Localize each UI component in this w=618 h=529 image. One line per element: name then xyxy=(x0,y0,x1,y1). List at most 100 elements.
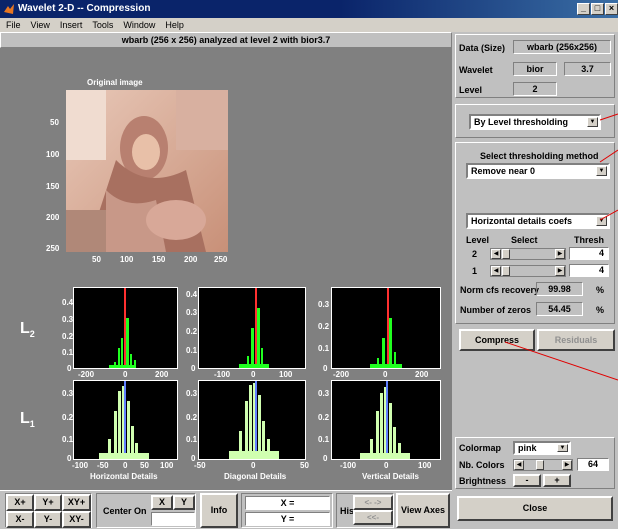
vertical-details-label: Vertical Details xyxy=(362,472,419,481)
level-col-header: Level xyxy=(466,235,490,245)
title-bar: Wavelet 2-D -- Compression _ □ × xyxy=(0,0,618,18)
zoom-x-minus-button[interactable]: X- xyxy=(6,511,34,528)
xtick: 0 xyxy=(251,370,256,379)
diagonal-details-label: Diagonal Details xyxy=(224,472,287,481)
xtick: 0 xyxy=(251,461,256,470)
nbcolors-slider[interactable]: ◀ ▶ xyxy=(513,459,573,471)
close-window-button[interactable]: × xyxy=(605,3,618,15)
ytick: 0.1 xyxy=(318,435,330,444)
hist-l2-horizontal[interactable] xyxy=(73,287,178,369)
hist-l1-vertical[interactable] xyxy=(331,380,441,460)
ytick: 0.2 xyxy=(186,413,198,422)
ytick: 0.1 xyxy=(186,435,198,444)
xtick: 200 xyxy=(415,370,429,379)
ytick: 0 xyxy=(67,454,72,463)
analysis-status: wbarb (256 x 256) analyzed at level 2 wi… xyxy=(0,32,452,48)
info-panel: Data (Size) wbarb (256x256) Wavelet bior… xyxy=(455,34,615,98)
colormap-select[interactable]: pink ▼ xyxy=(513,441,571,455)
hist-l2-vertical[interactable] xyxy=(331,287,441,369)
xtick: -100 xyxy=(214,370,231,379)
chevron-down-icon: ▼ xyxy=(557,444,568,452)
center-input[interactable] xyxy=(151,512,195,526)
ytick: 0.3 xyxy=(186,308,198,317)
hist-l2-diagonal[interactable] xyxy=(198,287,306,369)
xtick: 100 xyxy=(160,461,174,470)
level-label: Level xyxy=(459,85,483,95)
xtick: 200 xyxy=(155,370,169,379)
y-coord-display: Y = xyxy=(245,512,330,526)
hist-l1-horizontal[interactable] xyxy=(73,380,178,460)
zoom-xy-minus-button[interactable]: XY- xyxy=(62,511,91,528)
info-button[interactable]: Info xyxy=(200,493,238,528)
ytick: 0.3 xyxy=(186,389,198,398)
brightness-minus-button[interactable]: - xyxy=(513,474,541,487)
annotation-arrows xyxy=(504,113,618,381)
window-title: Wavelet 2-D -- Compression xyxy=(18,3,151,14)
colormap-label: Colormap xyxy=(459,443,502,453)
wavelet-family-value: bior xyxy=(513,62,557,76)
histogram-chart xyxy=(99,381,149,459)
ytick: 0 xyxy=(191,364,196,373)
menu-bar: File View Insert Tools Window Help xyxy=(0,18,618,32)
img-ytick: 250 xyxy=(46,244,60,253)
history-step-button[interactable]: <- -> xyxy=(353,495,393,510)
xtick: 0 xyxy=(123,370,128,379)
xtick: 50 xyxy=(140,461,149,470)
xtick: -200 xyxy=(78,370,95,379)
arrow-right-icon[interactable]: ▶ xyxy=(562,460,572,470)
ytick: 0 xyxy=(323,364,328,373)
level1-label: L1 xyxy=(20,410,35,430)
center-x-button[interactable]: X xyxy=(151,495,173,510)
original-image[interactable] xyxy=(66,90,228,252)
center-on-group: Center On X Y xyxy=(96,493,196,528)
bottom-toolbar: X+ Y+ XY+ X- Y- XY- Center On X Y Info X… xyxy=(0,490,452,529)
ytick: 0.1 xyxy=(318,344,330,353)
menu-window[interactable]: Window xyxy=(123,20,155,30)
menu-insert[interactable]: Insert xyxy=(60,20,83,30)
center-y-button[interactable]: Y xyxy=(173,495,195,510)
wavelet-number-value: 3.7 xyxy=(564,62,611,76)
zoom-y-minus-button[interactable]: Y- xyxy=(34,511,62,528)
xtick: -100 xyxy=(72,461,89,470)
view-axes-button[interactable]: View Axes xyxy=(396,493,450,528)
coords-group: X = Y = xyxy=(241,493,333,528)
menu-view[interactable]: View xyxy=(31,20,50,30)
wavelet-label: Wavelet xyxy=(459,65,493,75)
ytick: 0.3 xyxy=(62,315,74,324)
brightness-label: Brightness xyxy=(459,476,507,486)
xtick: 50 xyxy=(300,461,309,470)
menu-help[interactable]: Help xyxy=(165,20,184,30)
img-ytick: 50 xyxy=(50,118,59,127)
row-level: 2 xyxy=(472,249,478,259)
close-button[interactable]: Close xyxy=(457,496,613,521)
original-image-title: Original image xyxy=(87,78,143,87)
nbcolors-input[interactable]: 64 xyxy=(577,458,609,471)
zoom-x-plus-button[interactable]: X+ xyxy=(6,494,34,511)
ytick: 0.1 xyxy=(186,346,198,355)
ytick: 0.4 xyxy=(186,290,198,299)
center-on-label: Center On xyxy=(103,506,147,516)
zoom-xy-plus-button[interactable]: XY+ xyxy=(62,494,91,511)
maximize-button[interactable]: □ xyxy=(591,3,604,15)
slider-thumb[interactable] xyxy=(536,460,544,470)
histogram-chart xyxy=(370,288,402,368)
ytick: 0.2 xyxy=(62,413,74,422)
img-xtick: 100 xyxy=(120,255,134,264)
menu-file[interactable]: File xyxy=(6,20,21,30)
history-back-button[interactable]: <<- xyxy=(353,510,393,525)
arrow-left-icon[interactable]: ◀ xyxy=(514,460,524,470)
histogram-chart xyxy=(229,381,279,459)
img-ytick: 200 xyxy=(46,213,60,222)
brightness-plus-button[interactable]: + xyxy=(543,474,571,487)
matlab-logo-icon xyxy=(4,4,14,14)
minimize-button[interactable]: _ xyxy=(577,3,590,15)
xtick: -200 xyxy=(333,370,350,379)
menu-tools[interactable]: Tools xyxy=(92,20,113,30)
barbara-image-icon xyxy=(66,90,228,252)
xtick: 100 xyxy=(418,461,432,470)
img-xtick: 50 xyxy=(92,255,101,264)
xtick: -50 xyxy=(194,461,206,470)
hist-l1-diagonal[interactable] xyxy=(198,380,306,460)
zoom-y-plus-button[interactable]: Y+ xyxy=(34,494,62,511)
xtick: 100 xyxy=(279,370,293,379)
